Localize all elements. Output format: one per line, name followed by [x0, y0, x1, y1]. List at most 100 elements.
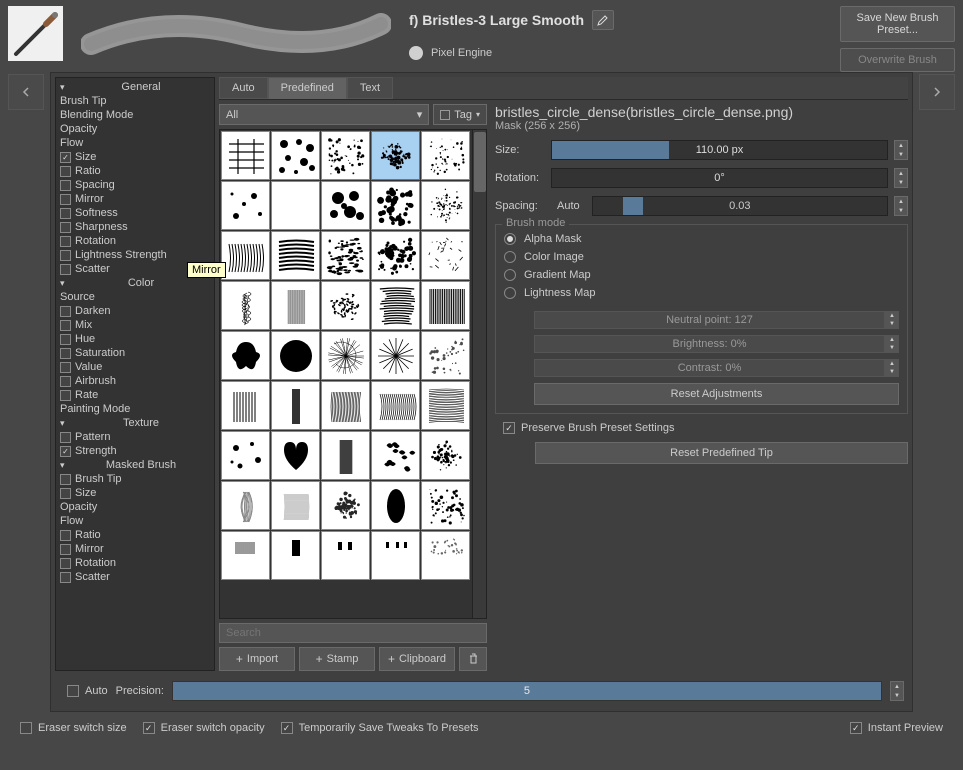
- eraser-switch-size-checkbox[interactable]: Eraser switch size: [20, 722, 127, 734]
- precision-slider[interactable]: 5: [172, 681, 882, 701]
- settings-tree[interactable]: ▾GeneralBrush TipBlending ModeOpacityFlo…: [55, 77, 215, 671]
- tree-item[interactable]: Rate: [56, 388, 214, 402]
- tip-cell[interactable]: [371, 381, 420, 430]
- tip-cell[interactable]: [421, 131, 470, 180]
- tip-cell[interactable]: [421, 231, 470, 280]
- brush-mode-radio[interactable]: Gradient Map: [504, 269, 899, 281]
- import-tip-button[interactable]: +Import: [219, 647, 295, 671]
- tip-cell[interactable]: [221, 131, 270, 180]
- brush-mode-radio[interactable]: Color Image: [504, 251, 899, 263]
- tip-cell[interactable]: [321, 481, 370, 530]
- tree-item[interactable]: Size: [56, 150, 214, 164]
- tip-cell[interactable]: [271, 281, 320, 330]
- tab-predefined[interactable]: Predefined: [268, 77, 347, 99]
- tip-cell[interactable]: [221, 331, 270, 380]
- tip-cell[interactable]: [371, 431, 420, 480]
- tip-cell[interactable]: [271, 331, 320, 380]
- tip-filter-dropdown[interactable]: All ▾: [219, 104, 429, 125]
- tip-cell[interactable]: [371, 531, 420, 580]
- tree-item[interactable]: Brush Tip: [56, 472, 214, 486]
- tree-section-header[interactable]: ▾Color: [56, 276, 214, 290]
- instant-preview-checkbox[interactable]: Instant Preview: [850, 722, 943, 734]
- tip-cell[interactable]: [321, 131, 370, 180]
- tree-item[interactable]: Value: [56, 360, 214, 374]
- precision-auto-checkbox[interactable]: Auto: [67, 685, 108, 697]
- tip-cell[interactable]: [371, 331, 420, 380]
- tree-item[interactable]: Strength: [56, 444, 214, 458]
- tip-cell[interactable]: [271, 131, 320, 180]
- tree-item[interactable]: Saturation: [56, 346, 214, 360]
- tree-item[interactable]: Sharpness: [56, 220, 214, 234]
- tree-item[interactable]: Pattern: [56, 430, 214, 444]
- tree-item[interactable]: Opacity: [56, 122, 214, 136]
- tip-cell[interactable]: [371, 231, 420, 280]
- tree-item[interactable]: Mirror: [56, 192, 214, 206]
- reset-adjustments-button[interactable]: Reset Adjustments: [534, 383, 899, 405]
- tree-item[interactable]: Flow: [56, 514, 214, 528]
- precision-spinner[interactable]: ▲▼: [890, 681, 904, 701]
- tree-item[interactable]: Softness: [56, 206, 214, 220]
- tree-item[interactable]: Ratio: [56, 164, 214, 178]
- stamp-tip-button[interactable]: +Stamp: [299, 647, 375, 671]
- tip-cell[interactable]: [321, 231, 370, 280]
- tip-cell[interactable]: [221, 181, 270, 230]
- tip-cell[interactable]: [421, 481, 470, 530]
- tree-item[interactable]: Scatter: [56, 570, 214, 584]
- tree-item[interactable]: Blending Mode: [56, 108, 214, 122]
- tree-item[interactable]: Lightness Strength: [56, 248, 214, 262]
- tip-cell[interactable]: [271, 181, 320, 230]
- tip-cell[interactable]: [421, 381, 470, 430]
- tip-cell[interactable]: [321, 281, 370, 330]
- tip-cell[interactable]: [221, 431, 270, 480]
- tree-item[interactable]: Painting Mode: [56, 402, 214, 416]
- tip-cell[interactable]: [421, 331, 470, 380]
- prev-preset-button[interactable]: [8, 74, 44, 110]
- tree-item[interactable]: Mirror: [56, 542, 214, 556]
- delete-tip-button[interactable]: [459, 647, 487, 671]
- tip-cell[interactable]: [271, 531, 320, 580]
- tree-item[interactable]: Source: [56, 290, 214, 304]
- spacing-slider[interactable]: 0.03: [592, 196, 888, 216]
- tip-cell[interactable]: [321, 431, 370, 480]
- spacing-spinner[interactable]: ▲▼: [894, 196, 908, 216]
- tip-cell[interactable]: [321, 381, 370, 430]
- spacing-auto-checkbox[interactable]: Auto: [551, 198, 586, 214]
- tree-item[interactable]: Mix: [56, 318, 214, 332]
- tip-cell[interactable]: [371, 181, 420, 230]
- size-spinner[interactable]: ▲▼: [894, 140, 908, 160]
- temp-save-tweaks-checkbox[interactable]: Temporarily Save Tweaks To Presets: [281, 722, 479, 734]
- tree-item[interactable]: Rotation: [56, 556, 214, 570]
- tip-cell[interactable]: [371, 281, 420, 330]
- tab-text[interactable]: Text: [347, 77, 393, 99]
- tip-cell[interactable]: [271, 231, 320, 280]
- preserve-settings-checkbox[interactable]: Preserve Brush Preset Settings: [503, 422, 908, 434]
- tree-section-header[interactable]: ▾Texture: [56, 416, 214, 430]
- save-preset-button[interactable]: Save New Brush Preset...: [840, 6, 955, 42]
- tree-item[interactable]: Brush Tip: [56, 94, 214, 108]
- tip-cell[interactable]: [271, 481, 320, 530]
- tip-cell[interactable]: [221, 381, 270, 430]
- tree-item[interactable]: Rotation: [56, 234, 214, 248]
- reset-predefined-tip-button[interactable]: Reset Predefined Tip: [535, 442, 908, 464]
- tree-item[interactable]: Opacity: [56, 500, 214, 514]
- scrollbar-thumb[interactable]: [474, 132, 486, 192]
- tree-item[interactable]: Flow: [56, 136, 214, 150]
- tip-search-input[interactable]: [219, 623, 487, 643]
- eraser-switch-opacity-checkbox[interactable]: Eraser switch opacity: [143, 722, 265, 734]
- tip-cell[interactable]: [371, 481, 420, 530]
- tip-cell[interactable]: [421, 181, 470, 230]
- tip-cell[interactable]: [321, 181, 370, 230]
- tip-cell[interactable]: [221, 231, 270, 280]
- next-preset-button[interactable]: [919, 74, 955, 110]
- tip-cell[interactable]: [221, 481, 270, 530]
- tree-item[interactable]: Darken: [56, 304, 214, 318]
- tip-cell[interactable]: [421, 431, 470, 480]
- size-slider[interactable]: 110.00 px: [551, 140, 888, 160]
- tree-item[interactable]: Spacing: [56, 178, 214, 192]
- clipboard-tip-button[interactable]: +Clipboard: [379, 647, 455, 671]
- tree-item[interactable]: Size: [56, 486, 214, 500]
- tag-button[interactable]: Tag ▾: [433, 104, 487, 125]
- brush-mode-radio[interactable]: Lightness Map: [504, 287, 899, 299]
- tab-auto[interactable]: Auto: [219, 77, 268, 99]
- rotation-spinner[interactable]: ▲▼: [894, 168, 908, 188]
